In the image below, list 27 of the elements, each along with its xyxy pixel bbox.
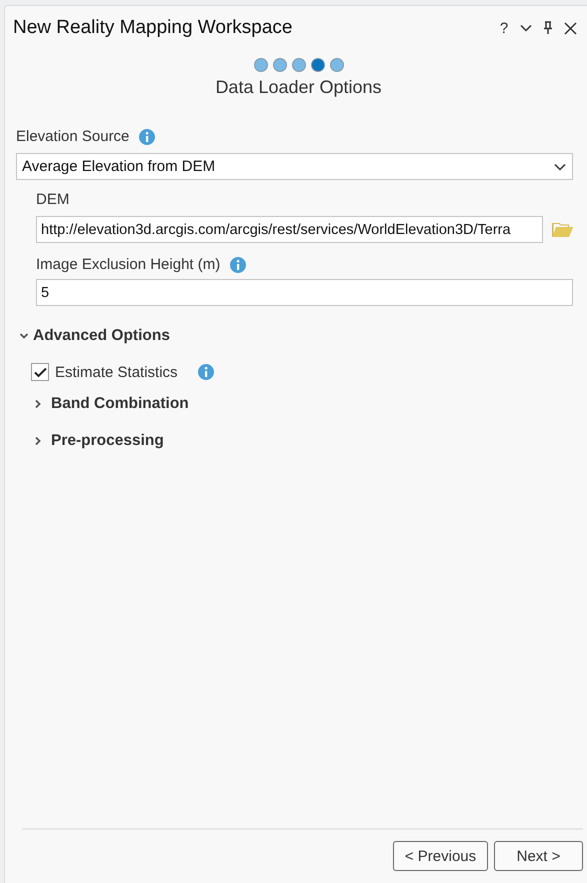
chevron-icon [33, 399, 43, 409]
chevron-icon [19, 331, 29, 341]
field-label: Image Exclusion Height (m) [36, 256, 220, 273]
chevron-icon [33, 436, 43, 446]
caret-icon [520, 24, 532, 32]
pin-icon [543, 21, 553, 35]
caret-icon [554, 162, 566, 170]
info-icon[interactable] [139, 128, 156, 144]
checkbox[interactable] [31, 363, 49, 381]
height-input-field[interactable]: 5 [36, 279, 573, 306]
elevation-source-dropdown[interactable]: Average Elevation from DEM [16, 153, 573, 180]
field-label: DEM [36, 191, 70, 208]
field-label: Elevation Source [16, 128, 130, 145]
section-toggle[interactable]: Pre-processing [33, 432, 573, 450]
page-title: Data Loader Options [214, 77, 383, 98]
close-icon [564, 22, 576, 34]
previous-button[interactable]: < Previous [393, 841, 488, 871]
help-button[interactable]: ? [493, 17, 515, 39]
window-title: New Reality Mapping Workspace [13, 17, 294, 39]
advanced-options-toggle[interactable]: Advanced Options [19, 327, 573, 345]
check-icon [34, 366, 46, 378]
next-button[interactable]: Next > [494, 841, 583, 871]
info-icon[interactable] [198, 364, 214, 380]
checkbox-label: Estimate Statistics [55, 364, 178, 380]
dem-input-field[interactable]: http://elevation3d.arcgis.com/arcgis/rest/services/WorldElevation3D/Terra [36, 216, 543, 243]
info-icon[interactable] [230, 256, 246, 272]
section-toggle[interactable]: Band Combination [33, 395, 573, 413]
